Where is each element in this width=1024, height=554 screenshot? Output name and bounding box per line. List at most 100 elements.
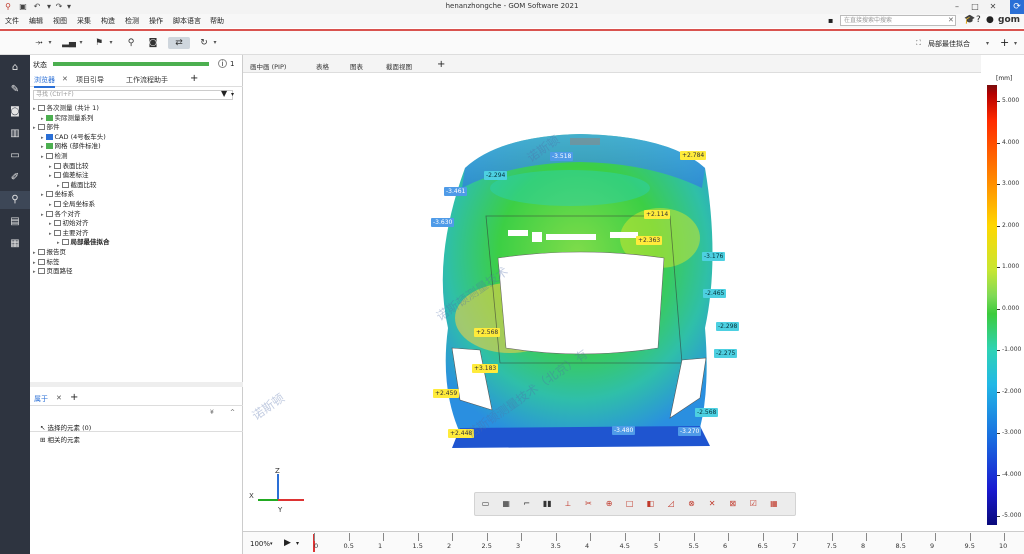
flag-tool-icon[interactable]: ⚑ bbox=[92, 37, 106, 49]
info-icon[interactable]: i bbox=[218, 59, 227, 68]
minimize-button[interactable]: – bbox=[950, 1, 964, 13]
deviation-label[interactable]: -3.480 bbox=[612, 426, 636, 435]
tree-item[interactable]: ▸ CAD (4号板车头) bbox=[33, 133, 241, 143]
measure-dropdown-icon[interactable]: ▾ bbox=[47, 37, 53, 49]
search-icon[interactable]: ⚲ bbox=[0, 191, 30, 209]
select-icon[interactable]: ⌐ bbox=[520, 497, 533, 510]
monitor-icon[interactable]: ▪ bbox=[828, 16, 833, 25]
tree-item[interactable]: ▸ 截面比较 bbox=[33, 181, 241, 191]
tree-search-input[interactable]: 寻找 (Ctrl+F) bbox=[33, 90, 233, 100]
color-scale-bar[interactable] bbox=[987, 85, 997, 525]
add-dropdown-icon[interactable]: ▾ bbox=[1014, 40, 1017, 47]
deviation-label[interactable]: -2.294 bbox=[484, 171, 508, 180]
expand-arrow-icon[interactable]: ▸ bbox=[49, 221, 52, 227]
chart-tool-icon[interactable]: ▂▄ bbox=[62, 37, 76, 49]
menu-inspect[interactable]: 检测 bbox=[125, 16, 139, 26]
deviation-label[interactable]: -2.465 bbox=[703, 289, 727, 298]
menu-script[interactable]: 脚本语言 bbox=[173, 16, 201, 26]
deviation-label[interactable]: -3.518 bbox=[550, 152, 574, 161]
tree-item[interactable]: ▸ 标签 bbox=[33, 258, 241, 268]
crosshair-icon[interactable]: ⊕ bbox=[603, 497, 616, 510]
tree-item[interactable]: ▸ 实际测量系列 bbox=[33, 114, 241, 124]
related-elements-row[interactable]: ⊞ 相关的元素 bbox=[40, 434, 80, 444]
expand-arrow-icon[interactable]: ▸ bbox=[41, 212, 44, 218]
recalculate-dropdown-icon[interactable]: ▾ bbox=[212, 37, 218, 49]
filter-dropdown-icon[interactable]: ▾ bbox=[231, 91, 234, 98]
frame-icon[interactable]: □ bbox=[623, 497, 636, 510]
recalculate-icon[interactable]: ↻ bbox=[197, 37, 211, 49]
home-icon[interactable]: ⌂ bbox=[0, 59, 30, 77]
tree-item[interactable]: ▸ 各次测量 (共计 1) bbox=[33, 104, 241, 114]
deviation-label[interactable]: -2.568 bbox=[695, 408, 719, 417]
menu-acquire[interactable]: 采集 bbox=[77, 16, 91, 26]
play-icon[interactable]: ▶ bbox=[284, 538, 291, 548]
add-properties-tab-icon[interactable]: + bbox=[70, 392, 78, 403]
menu-construct[interactable]: 构造 bbox=[101, 16, 115, 26]
expand-arrow-icon[interactable]: ▸ bbox=[41, 116, 44, 122]
direct-search-input[interactable]: 在直接搜索中搜索 bbox=[840, 15, 956, 26]
expand-arrow-icon[interactable]: ▸ bbox=[57, 240, 60, 246]
expand-arrow-icon[interactable]: ▸ bbox=[49, 164, 52, 170]
tree-item[interactable]: ▸ 报告页 bbox=[33, 248, 241, 258]
tree-item[interactable]: ▸ 偏差标注 bbox=[33, 171, 241, 181]
close-properties-icon[interactable]: ✕ bbox=[56, 394, 62, 402]
expand-arrow-icon[interactable]: ▸ bbox=[41, 144, 44, 150]
menu-view[interactable]: 视图 bbox=[53, 16, 67, 26]
screen-icon[interactable]: ▭ bbox=[479, 497, 492, 510]
deviation-label[interactable]: +2.784 bbox=[680, 151, 707, 160]
collapse-all-icon[interactable]: ¥ bbox=[210, 409, 214, 416]
menu-help[interactable]: 帮助 bbox=[210, 16, 224, 26]
expand-arrow-icon[interactable]: ▸ bbox=[33, 269, 36, 275]
add-icon[interactable]: + bbox=[1000, 36, 1009, 49]
sync-icon[interactable]: ⇄ bbox=[168, 37, 190, 49]
tree-item[interactable]: ▸ 全局坐标系 bbox=[33, 200, 241, 210]
circle-x-icon[interactable]: ⊗ bbox=[685, 497, 698, 510]
deviation-label[interactable]: -3.270 bbox=[678, 427, 702, 436]
tab-properties[interactable]: 属于 bbox=[34, 394, 48, 404]
deviation-label[interactable]: -2.298 bbox=[716, 322, 740, 331]
tree-item[interactable]: ▸ 页面路径 bbox=[33, 267, 241, 277]
brush-icon[interactable]: ✐ bbox=[0, 169, 30, 187]
menu-operate[interactable]: 操作 bbox=[149, 16, 163, 26]
pattern-icon[interactable]: ▦ bbox=[767, 497, 780, 510]
measure-icon[interactable]: ⟂ bbox=[561, 497, 574, 510]
timeline-dropdown-icon[interactable]: ▾ bbox=[296, 540, 299, 547]
deviation-label[interactable]: -3.461 bbox=[444, 187, 468, 196]
deviation-label[interactable]: -3.630 bbox=[431, 218, 455, 227]
update-icon[interactable]: ⟳ bbox=[1010, 0, 1024, 14]
split-icon[interactable]: ◧ bbox=[644, 497, 657, 510]
expand-arrow-icon[interactable]: ▸ bbox=[49, 202, 52, 208]
expand-arrow-icon[interactable]: ▸ bbox=[33, 106, 36, 112]
expand-arrow-icon[interactable]: ▸ bbox=[33, 260, 36, 266]
close-tab-icon[interactable]: ✕ bbox=[62, 75, 68, 83]
expand-all-icon[interactable]: ^ bbox=[230, 409, 235, 416]
deviation-label[interactable]: +3.183 bbox=[472, 364, 499, 373]
deviation-label[interactable]: +2.568 bbox=[474, 328, 501, 337]
report-icon[interactable]: ▤ bbox=[0, 213, 30, 231]
camera-icon[interactable]: ◙ bbox=[0, 103, 30, 121]
chart-dropdown-icon[interactable]: ▾ bbox=[78, 37, 84, 49]
deviation-label[interactable]: +2.459 bbox=[433, 389, 460, 398]
tree-item[interactable]: ▸ 部件 bbox=[33, 123, 241, 133]
tab-workflow-assistant[interactable]: 工作流程助手 bbox=[126, 75, 168, 85]
expand-arrow-icon[interactable]: ▸ bbox=[33, 125, 36, 131]
tree-item[interactable]: ▸ 检测 bbox=[33, 152, 241, 162]
display-mode-icon[interactable]: ▦ bbox=[500, 497, 513, 510]
x-icon[interactable]: ✕ bbox=[706, 497, 719, 510]
tab-section-view[interactable]: 截面视图 bbox=[386, 61, 412, 71]
tab-explorer[interactable]: 浏览器 bbox=[34, 75, 55, 88]
expand-arrow-icon[interactable]: ▸ bbox=[41, 154, 44, 160]
deviation-label[interactable]: -3.176 bbox=[702, 252, 726, 261]
menu-file[interactable]: 文件 bbox=[5, 16, 19, 26]
tree-item[interactable]: ▸ 局部最佳拟合 bbox=[33, 238, 241, 248]
screenshot-icon[interactable]: ◙ bbox=[146, 37, 160, 49]
expand-arrow-icon[interactable]: ▸ bbox=[49, 173, 52, 179]
filter-icon[interactable]: ▼ bbox=[221, 89, 227, 98]
menu-edit[interactable]: 编辑 bbox=[29, 16, 43, 26]
alignment-mode-select[interactable]: 局部最佳拟合 bbox=[928, 39, 970, 49]
expand-arrow-icon[interactable]: ▸ bbox=[41, 192, 44, 198]
maximize-button[interactable]: □ bbox=[968, 1, 982, 13]
tree-item[interactable]: ▸ 网格 (部件标准) bbox=[33, 142, 241, 152]
grid-icon[interactable]: ▦ bbox=[0, 235, 30, 253]
triangle-icon[interactable]: ◿ bbox=[664, 497, 677, 510]
